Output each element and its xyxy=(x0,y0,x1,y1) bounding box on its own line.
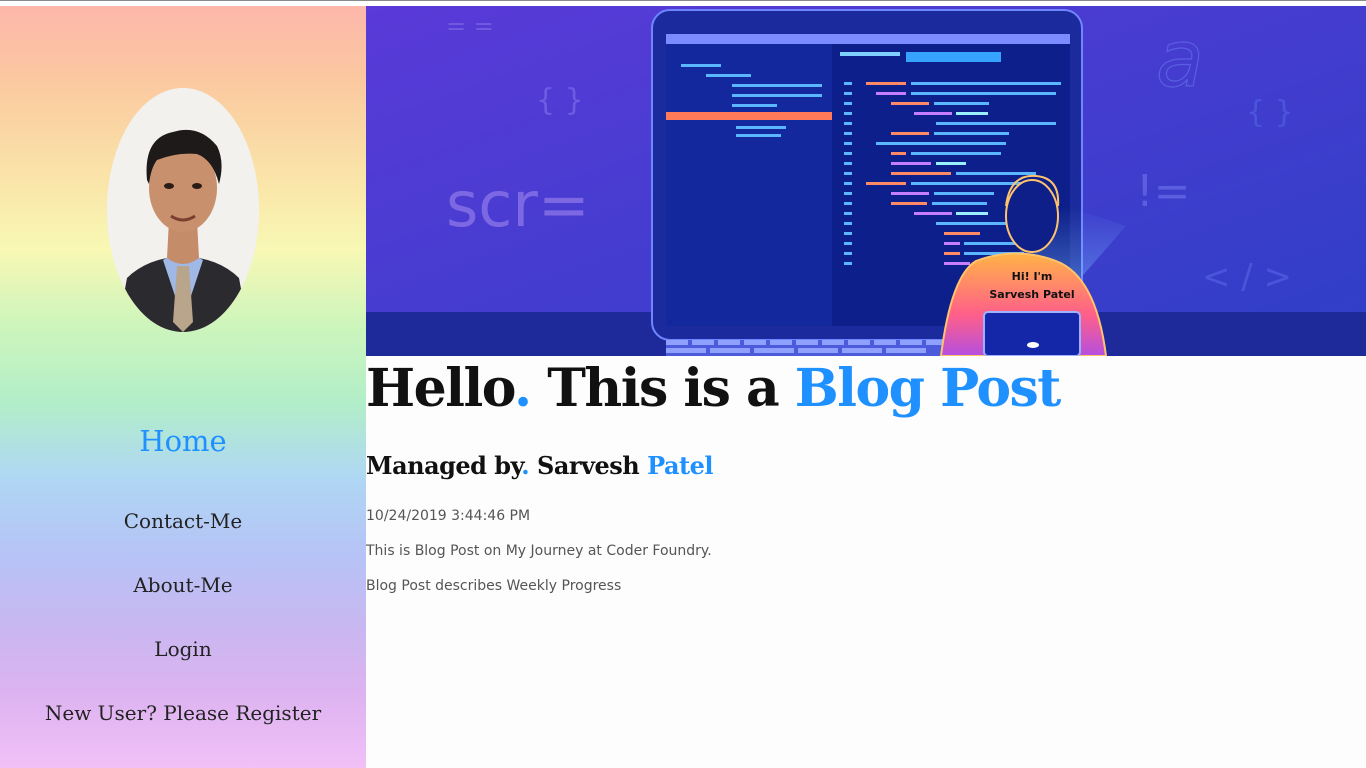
title-part2: This is a xyxy=(530,358,795,419)
shirt-text-line2: Sarvesh Patel xyxy=(989,288,1074,301)
managed-first-name: Sarvesh xyxy=(529,451,648,480)
banner-braces-left: { } xyxy=(536,83,584,118)
managed-by: Managed by. Sarvesh Patel xyxy=(366,451,713,480)
title-accent: Blog Post xyxy=(794,358,1062,419)
avatar xyxy=(107,88,259,332)
post-date: 10/24/2019 3:44:46 PM xyxy=(366,508,531,524)
post-body-line2: Blog Post describes Weekly Progress xyxy=(366,578,622,594)
nav-contact-link[interactable]: Contact-Me xyxy=(0,509,366,533)
nav-register-link[interactable]: New User? Please Register xyxy=(0,701,366,725)
sidebar: Home Contact-Me About-Me Login New User?… xyxy=(0,6,366,768)
banner-braces-right: { } xyxy=(1246,95,1294,130)
hero-illustration: scr= { } = = { } != < / > a Hi! I'm Sarv… xyxy=(366,6,1366,356)
post-title: Hello. This is a Blog Post xyxy=(366,358,1062,419)
shirt-text-line1: Hi! I'm xyxy=(1012,270,1053,283)
title-dot: . xyxy=(514,358,532,419)
banner-code-text: scr= xyxy=(446,168,590,241)
managed-prefix: Managed by xyxy=(366,451,522,480)
nav-home-link[interactable]: Home xyxy=(0,424,366,458)
banner-double-equal: = = xyxy=(446,12,494,40)
banner-letter: a xyxy=(1156,15,1204,105)
post-body-line1: This is Blog Post on My Journey at Coder… xyxy=(366,543,712,559)
managed-last-name: Patel xyxy=(647,451,713,480)
nav-login-link[interactable]: Login xyxy=(0,637,366,661)
avatar-image xyxy=(107,88,259,332)
banner-tag-symbol: < / > xyxy=(1202,257,1292,297)
nav-about-link[interactable]: About-Me xyxy=(0,573,366,597)
title-part1: Hello xyxy=(366,358,516,419)
post-content: Hello. This is a Blog Post Managed by. S… xyxy=(366,356,1366,768)
hero-banner: scr= { } = = { } != < / > a Hi! I'm Sarv… xyxy=(366,6,1366,356)
banner-not-equal: != xyxy=(1136,166,1191,217)
managed-dot: . xyxy=(521,451,530,480)
